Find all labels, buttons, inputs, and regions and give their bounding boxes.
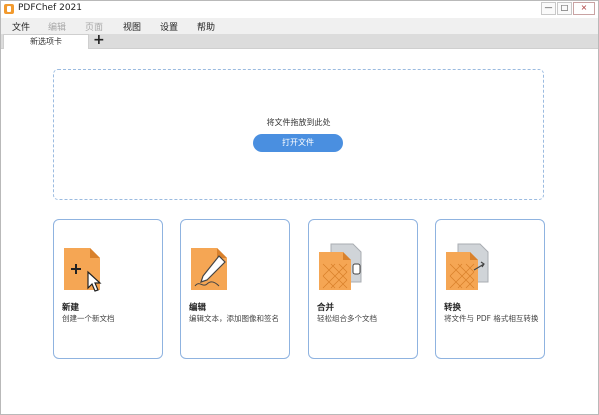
pdfchef-logo-icon (4, 4, 14, 14)
file-drop-zone[interactable]: 将文件拖放到此处 打开文件 (53, 69, 544, 200)
merge-documents-icon (319, 243, 362, 290)
minimize-button[interactable]: — (541, 2, 556, 15)
menu-edit[interactable]: 编辑 (48, 20, 66, 33)
card-edit-desc: 编辑文本，添加图像和签名 (189, 314, 279, 323)
card-convert-title: 转换 (444, 303, 462, 313)
card-new-desc: 创建一个新文档 (62, 314, 115, 323)
tab-bar: 新选项卡 + (1, 32, 598, 49)
card-convert-desc: 将文件与 PDF 格式相互转换 (444, 314, 539, 323)
menu-settings[interactable]: 设置 (160, 20, 178, 33)
close-button[interactable]: × (573, 2, 595, 15)
tab-new[interactable]: 新选项卡 (3, 34, 89, 49)
app-window: PDFChef 2021 — □ × 文件 编辑 页面 视图 设置 帮助 新选项… (0, 0, 599, 415)
card-edit-title: 编辑 (189, 303, 207, 313)
new-document-icon (64, 248, 102, 292)
card-merge[interactable]: 合并 轻松组合多个文档 (308, 219, 418, 359)
open-file-button[interactable]: 打开文件 (253, 134, 343, 152)
card-convert[interactable]: 转换 将文件与 PDF 格式相互转换 (435, 219, 545, 359)
drop-hint: 将文件拖放到此处 (266, 118, 331, 127)
card-new-title: 新建 (62, 303, 80, 313)
menu-file[interactable]: 文件 (12, 20, 30, 33)
menu-bar: 文件 编辑 页面 视图 设置 帮助 (1, 18, 598, 34)
card-edit[interactable]: 编辑 编辑文本，添加图像和签名 (180, 219, 290, 359)
window-title: PDFChef 2021 (18, 3, 82, 13)
edit-document-icon (191, 248, 227, 290)
add-tab-button[interactable]: + (93, 32, 105, 48)
menu-view[interactable]: 视图 (123, 20, 141, 33)
card-merge-desc: 轻松组合多个文档 (317, 314, 377, 323)
card-new[interactable]: 新建 创建一个新文档 (53, 219, 163, 359)
title-bar: PDFChef 2021 — □ × (1, 1, 598, 18)
maximize-button[interactable]: □ (557, 2, 572, 15)
menu-help[interactable]: 帮助 (197, 20, 215, 33)
convert-document-icon (446, 243, 489, 290)
card-merge-title: 合并 (317, 303, 335, 313)
